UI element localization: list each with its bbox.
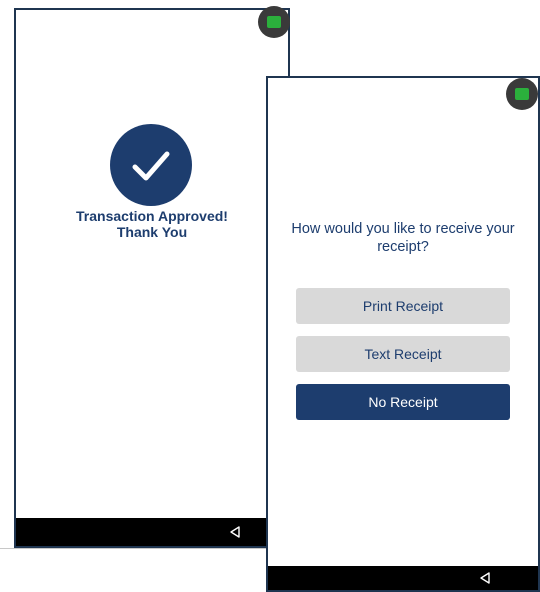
android-nav-bar <box>268 566 538 590</box>
receipt-prompt: How would you like to receive your recei… <box>291 221 515 255</box>
checkmark-icon <box>132 151 170 181</box>
back-triangle-icon[interactable] <box>228 525 242 539</box>
no-receipt-button[interactable]: No Receipt <box>296 384 510 420</box>
text-receipt-button[interactable]: Text Receipt <box>296 336 510 372</box>
approval-subtitle: Thank You <box>116 224 188 240</box>
back-triangle-icon[interactable] <box>478 571 492 585</box>
approval-title: Transaction Approved! <box>76 208 228 224</box>
bottom-divider-line <box>0 548 270 549</box>
status-indicator-icon <box>506 78 538 110</box>
print-receipt-button[interactable]: Print Receipt <box>296 288 510 324</box>
approval-message: Transaction Approved! Thank You <box>16 208 288 240</box>
approved-check-circle <box>110 124 192 206</box>
approval-screen: Transaction Approved! Thank You <box>14 8 290 548</box>
receipt-screen: How would you like to receive your recei… <box>266 76 540 592</box>
android-nav-bar <box>16 518 288 546</box>
status-indicator-icon <box>258 6 290 38</box>
